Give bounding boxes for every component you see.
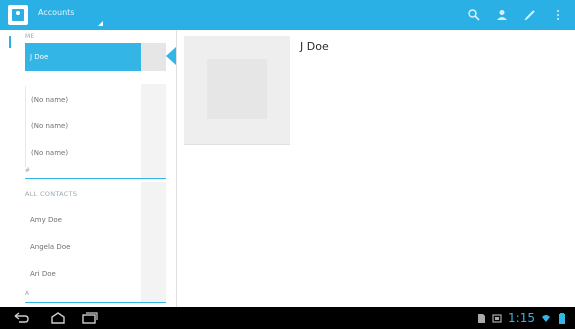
account-spinner-label: Accounts — [38, 8, 75, 17]
screenshot-icon — [492, 313, 502, 324]
panel-divider — [176, 30, 177, 307]
list-item-label: Angela Doe — [30, 243, 71, 251]
recent-apps-button[interactable] — [81, 311, 99, 325]
selection-arrow — [166, 47, 176, 65]
clock: 1:15 — [508, 311, 535, 325]
list-item-label: Ari Doe — [30, 270, 56, 278]
list-item[interactable]: (No name) — [25, 112, 166, 140]
fast-scroll-indicator[interactable] — [9, 36, 11, 48]
account-spinner[interactable]: Accounts — [38, 8, 103, 26]
action-bar: Accounts — [0, 0, 575, 30]
home-button[interactable] — [49, 311, 67, 325]
system-navigation-bar: 1:15 — [0, 307, 575, 329]
sd-card-icon — [476, 313, 486, 324]
contact-photo[interactable] — [184, 36, 290, 145]
edit-icon[interactable] — [523, 8, 537, 22]
list-item[interactable]: Ari Doe — [25, 260, 166, 288]
back-button[interactable] — [12, 311, 30, 325]
index-letter-hash: # — [25, 167, 31, 174]
spinner-caret-icon — [98, 21, 103, 26]
list-item-label: (No name) — [31, 149, 69, 157]
list-item-selected[interactable]: J Doe — [25, 43, 166, 71]
wifi-icon — [541, 313, 551, 324]
contacts-app-icon[interactable] — [8, 5, 28, 25]
index-letter-a: A — [25, 290, 30, 297]
overflow-menu-icon[interactable] — [551, 8, 565, 22]
list-item[interactable]: Angela Doe — [25, 233, 166, 261]
list-item[interactable]: Amy Doe — [25, 206, 166, 234]
list-item-label: Amy Doe — [30, 216, 62, 224]
default-avatar-icon — [207, 59, 267, 119]
battery-icon — [557, 312, 567, 324]
list-item-label: (No name) — [31, 122, 69, 130]
list-item-label: (No name) — [31, 96, 69, 104]
list-item[interactable]: (No name) — [25, 139, 166, 167]
section-header-me: ME — [25, 33, 35, 40]
section-header-all-contacts: ALL CONTACTS — [25, 190, 78, 198]
add-contact-icon[interactable] — [495, 8, 509, 22]
list-item[interactable]: (No name) — [25, 86, 166, 114]
search-icon[interactable] — [467, 8, 481, 22]
list-item-label: J Doe — [30, 53, 49, 61]
contact-name: J Doe — [300, 40, 329, 53]
